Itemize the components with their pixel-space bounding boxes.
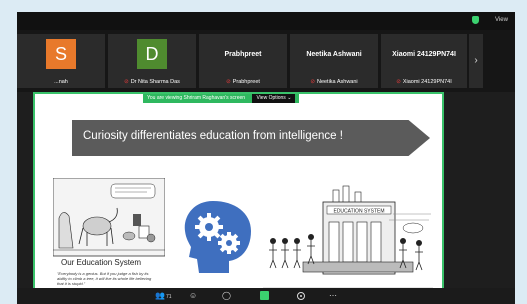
participant-name: ⊘ Dr Nita Sharma Das [124, 79, 180, 85]
chat-icon[interactable]: ◯ [222, 291, 231, 301]
participant-display-name: Xiaomi 24129PN74I [392, 51, 456, 58]
participant-tile[interactable]: D ⊘ Dr Nita Sharma Das [108, 34, 196, 88]
reactions-icon[interactable]: ☺ [189, 291, 197, 301]
participant-name: ⊘ Xiaomi 24129PN74I [396, 79, 452, 85]
avatar: D [137, 39, 167, 69]
avatar: S [46, 39, 76, 69]
more-icon[interactable]: ⋯ [329, 291, 337, 301]
factory-sign: EDUCATION SYSTEM [333, 209, 384, 215]
participant-display-name: Prabhpreet [224, 51, 262, 58]
view-button[interactable]: View [495, 17, 508, 23]
head-gears-icon [184, 201, 251, 273]
shared-screen: You are viewing Shriram Raghavan's scree… [33, 92, 444, 299]
participant-tile[interactable]: S ...nah [17, 34, 105, 88]
participant-name: ⊘ Prabhpreet [226, 79, 260, 85]
cartoon-caption: Our Education System [61, 258, 142, 267]
muted-mic-icon: ⊘ [226, 79, 231, 85]
participant-name: ⊘ Neetika Ashwani [310, 79, 358, 85]
sharing-banner: You are viewing Shriram Raghavan's scree… [143, 94, 300, 103]
record-icon[interactable] [297, 292, 305, 300]
participants-button[interactable]: 👥71 [155, 291, 172, 302]
participant-tile[interactable]: Xiaomi 24129PN74I ⊘ Xiaomi 24129PN74I [381, 34, 467, 88]
participants-count: 71 [165, 294, 172, 300]
participant-display-name: Neetika Ashwani [306, 51, 362, 58]
view-options-button[interactable]: View Options ⌄ [252, 94, 296, 103]
shield-icon[interactable] [472, 16, 479, 24]
muted-mic-icon: ⊘ [124, 79, 129, 85]
participants-icon: 👥 [155, 291, 165, 300]
meeting-controls: 👥71 ☺ ◯ ⋯ [17, 288, 515, 304]
meeting-window: View S ...nah D ⊘ Dr Nita Sharma Das Prab… [17, 12, 515, 304]
slide-title: Curiosity differentiates education from … [83, 130, 343, 142]
education-factory-cartoon: EDUCATION SYSTEM [263, 185, 433, 289]
participant-tile[interactable]: Prabhpreet ⊘ Prabhpreet [199, 34, 287, 88]
participant-tile[interactable]: Neetika Ashwani ⊘ Neetika Ashwani [290, 34, 378, 88]
participant-strip: S ...nah D ⊘ Dr Nita Sharma Das Prabhpree… [17, 30, 515, 92]
share-screen-icon[interactable] [260, 291, 269, 300]
participant-name: ...nah [54, 79, 68, 85]
chevron-right-icon[interactable]: › [469, 34, 483, 88]
muted-mic-icon: ⊘ [396, 79, 401, 85]
muted-mic-icon: ⊘ [310, 79, 315, 85]
cartoon-quote: "Everybody is a genius. But if you judge… [57, 271, 152, 286]
top-bar: View [17, 12, 515, 30]
